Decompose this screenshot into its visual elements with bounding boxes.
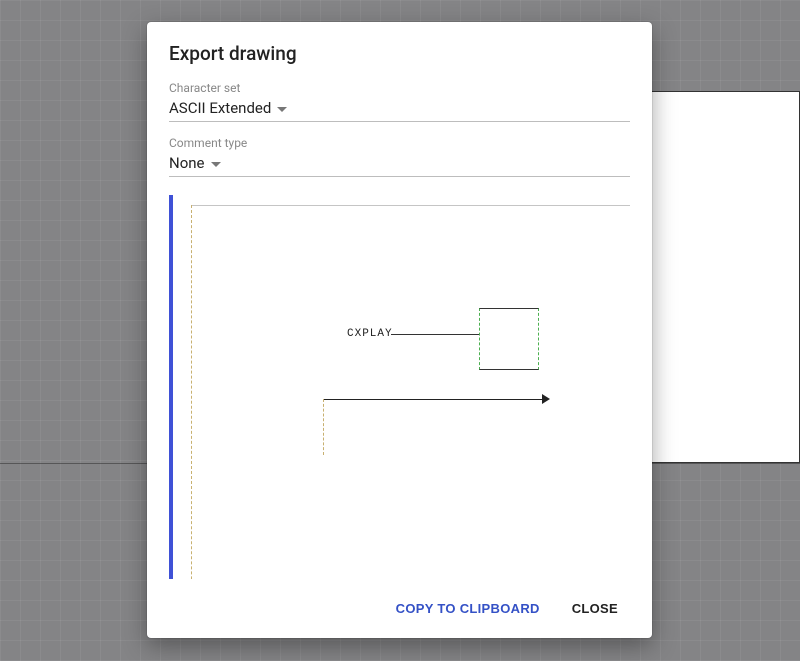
canvas-panel bbox=[632, 91, 800, 463]
connector-line bbox=[391, 334, 479, 335]
charset-value: ASCII Extended bbox=[169, 99, 271, 117]
arrow-tail-dashed bbox=[323, 399, 324, 455]
preview-top-line bbox=[191, 205, 630, 206]
diagram-label: CXPLAY bbox=[347, 328, 393, 340]
comment-type-label: Comment type bbox=[169, 136, 630, 150]
arrow-head-icon bbox=[542, 394, 550, 404]
chevron-down-icon bbox=[211, 162, 221, 167]
dialog-title: Export drawing bbox=[169, 42, 630, 65]
chevron-down-icon bbox=[277, 107, 287, 112]
dialog-actions: COPY TO CLIPBOARD CLOSE bbox=[169, 579, 630, 628]
comment-type-value: None bbox=[169, 154, 205, 172]
arrow-line bbox=[323, 399, 543, 400]
diagram-box bbox=[479, 308, 539, 370]
copy-to-clipboard-button[interactable]: COPY TO CLIPBOARD bbox=[388, 595, 548, 622]
preview-left-dashed bbox=[191, 205, 192, 579]
charset-label: Character set bbox=[169, 81, 630, 95]
export-drawing-dialog: Export drawing Character set ASCII Exten… bbox=[147, 22, 652, 638]
charset-select[interactable]: ASCII Extended bbox=[169, 97, 630, 122]
preview-area: CXPLAY bbox=[169, 195, 630, 579]
comment-type-select[interactable]: None bbox=[169, 152, 630, 177]
diagram-preview: CXPLAY bbox=[177, 195, 630, 579]
preview-scroll[interactable]: CXPLAY bbox=[177, 195, 630, 579]
close-button[interactable]: CLOSE bbox=[564, 595, 626, 622]
